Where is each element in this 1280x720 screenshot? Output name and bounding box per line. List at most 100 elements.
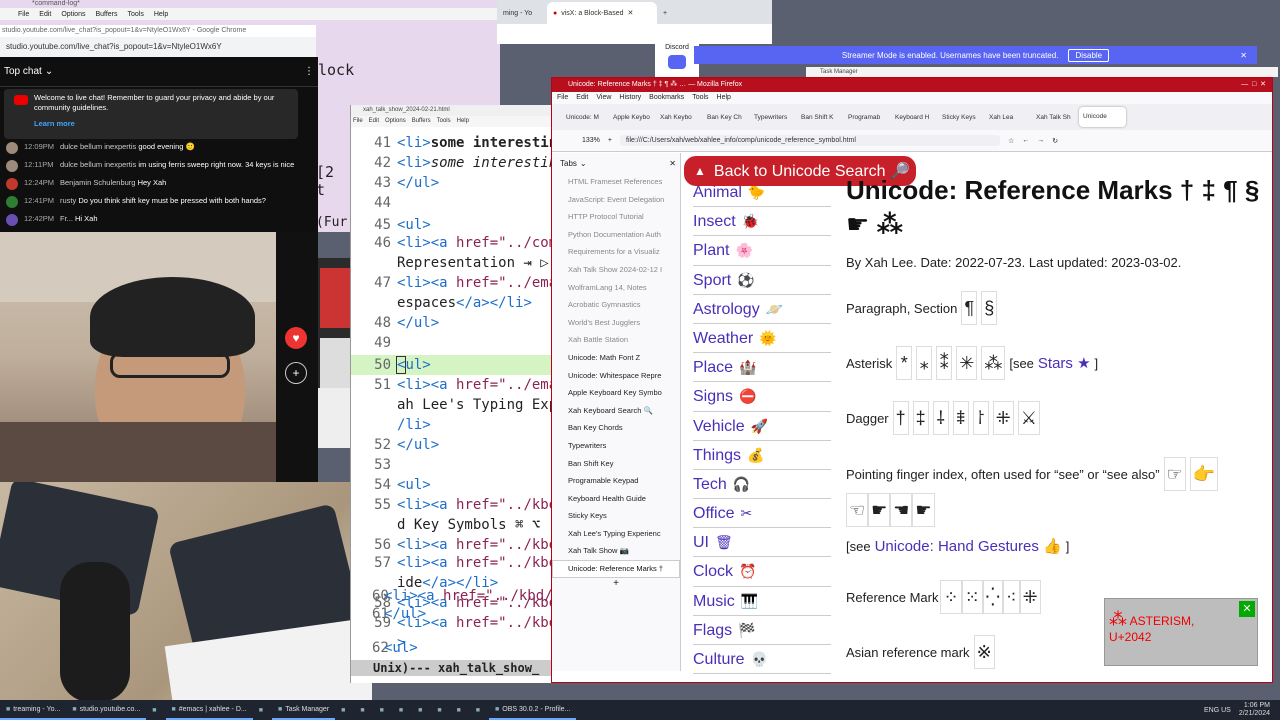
sidebar-tab[interactable]: Ban Shift Key (552, 455, 680, 473)
menu-edit[interactable]: Edit (369, 116, 379, 127)
menu-options[interactable]: Options (385, 116, 406, 127)
menu-file[interactable]: File (353, 116, 363, 127)
glyph-cell[interactable]: ⁖ (1003, 580, 1020, 614)
category-link[interactable]: Flags 🏁 (693, 616, 831, 645)
add-reaction-icon[interactable]: + (285, 362, 307, 384)
taskbar-item[interactable]: ■ OBS 30.0.2 - Profile... (489, 700, 577, 720)
stars-link[interactable]: Stars ★ (1038, 354, 1091, 372)
glyph-cell[interactable]: ⁙ (961, 580, 983, 614)
sidebar-tab[interactable]: Requirements for a Visualiz (552, 243, 680, 261)
glyph-cell[interactable]: † (892, 401, 909, 435)
glyph-cell[interactable]: § (981, 291, 998, 325)
menu-bookmarks[interactable]: Bookmarks (649, 92, 684, 104)
avatar[interactable] (6, 178, 18, 190)
category-link[interactable]: Office ✂ (693, 499, 831, 529)
chevron-down-icon[interactable]: ⌄ (580, 159, 587, 168)
menu-file[interactable]: File (18, 11, 29, 18)
glyph-cell[interactable]: ¶ (961, 291, 978, 325)
sidebar-tab[interactable]: Ban Key Chords (552, 419, 680, 437)
sidebar-tab[interactable]: Keyboard Health Guide (552, 490, 680, 508)
glyph-cell[interactable]: ☚ (890, 493, 913, 527)
glyph-cell[interactable]: ⁜ (992, 401, 1014, 435)
taskbar-item[interactable]: ■ (451, 700, 470, 720)
glyph-cell[interactable]: ‡ (912, 401, 929, 435)
glyph-cell[interactable]: ☛ (868, 493, 891, 527)
star-icon[interactable]: ☆ (1008, 137, 1014, 145)
chrome-tab[interactable]: ming - Yo (497, 2, 545, 24)
hand-gestures-link[interactable]: Unicode: Hand Gestures 👍 (875, 537, 1062, 555)
category-link[interactable]: UI 🗑 (693, 528, 831, 558)
avatar[interactable] (6, 196, 18, 208)
glyph-cell[interactable]: ⁎ (916, 346, 933, 380)
sidebar-tab[interactable]: Typewriters (552, 437, 680, 455)
taskbar-item[interactable]: ■ Task Manager (271, 700, 336, 720)
url-bar[interactable]: file:///C:/Users/xah/web/xahlee_info/com… (620, 135, 1000, 146)
discord-icon[interactable] (668, 55, 686, 69)
glyph-cell[interactable]: ⁘ (940, 580, 962, 614)
disable-button[interactable]: Disable (1068, 48, 1110, 62)
browser-tab[interactable]: Ban Key Ch (703, 114, 750, 121)
close-icon[interactable]: ✕ (1240, 51, 1247, 60)
glyph-cell[interactable]: * (896, 346, 913, 380)
learn-more-link[interactable]: Learn more (34, 119, 292, 129)
menu-tools[interactable]: Tools (437, 116, 451, 127)
tabs-sidebar-title[interactable]: Tabs (560, 159, 577, 168)
browser-tab[interactable]: Unicode: M (562, 114, 609, 121)
taskbar-item[interactable]: ■ (253, 700, 272, 720)
menu-options[interactable]: Options (61, 11, 85, 18)
back-icon[interactable]: ← (1022, 137, 1029, 144)
glyph-cell[interactable]: ✳ (956, 346, 978, 380)
glyph-cell[interactable]: ※ (973, 635, 995, 669)
sidebar-tab[interactable]: HTTP Protocol Tutorial (552, 208, 680, 226)
category-link[interactable]: Place 🏰 (693, 353, 831, 383)
category-link[interactable]: Astrology 🪐 (693, 295, 831, 324)
forward-icon[interactable]: → (1037, 137, 1044, 144)
menu-buffers[interactable]: Buffers (95, 11, 117, 18)
reload-icon[interactable]: ↻ (1052, 137, 1058, 145)
menu-help[interactable]: Help (154, 11, 168, 18)
new-tab-button[interactable]: + (552, 578, 680, 589)
language-indicator[interactable]: ENG US (1204, 707, 1231, 714)
taskbar-item[interactable]: ■ #emacs | xahlee - D... (165, 700, 253, 720)
glyph-cell[interactable]: ☞ (1163, 457, 1186, 491)
taskbar-item[interactable]: ■ (354, 700, 373, 720)
glyph-cell[interactable]: ⁜ (1019, 580, 1041, 614)
sidebar-tab[interactable]: Programable Keypad (552, 472, 680, 490)
browser-tab[interactable]: Xah Talk Sh (1032, 114, 1079, 121)
avatar[interactable] (6, 160, 18, 172)
menu-history[interactable]: History (619, 92, 641, 104)
more-icon[interactable]: ⋮ (304, 66, 314, 77)
category-link[interactable]: Clock ⏰ (693, 557, 831, 587)
browser-tab[interactable]: Xah Lea (985, 114, 1032, 121)
sidebar-tab[interactable]: Unicode: Reference Marks † (552, 560, 680, 578)
close-icon[interactable]: ✕ (669, 159, 676, 168)
browser-tab[interactable]: Xah Keybo (656, 114, 703, 121)
menu-edit[interactable]: Edit (576, 92, 588, 104)
sidebar-tab[interactable]: Xah Talk Show 📷 (552, 542, 680, 560)
heart-icon[interactable]: ♥ (285, 327, 307, 349)
taskbar-item[interactable]: ■ (335, 700, 354, 720)
category-link[interactable]: Tech 🎧 (693, 470, 831, 500)
author-name[interactable]: dulce bellum inexpertis (60, 142, 136, 151)
taskbar-item[interactable]: ■ studio.youtube.co... (66, 700, 147, 720)
glyph-cell[interactable]: ⹋ (952, 401, 969, 435)
browser-tab[interactable]: Ban Shift K (797, 114, 844, 121)
category-link[interactable]: Things 💰 (693, 441, 831, 470)
window-controls[interactable]: — □ ✕ (1241, 78, 1266, 92)
category-link[interactable]: Music 🎹 (693, 587, 831, 616)
zoom-level[interactable]: 133% (582, 137, 600, 144)
taskbar-item[interactable]: ■ (470, 700, 489, 720)
glyph-cell[interactable]: ☜ (846, 493, 869, 527)
sidebar-tab[interactable]: Unicode: Whitespace Repre (552, 367, 680, 385)
category-link[interactable]: Signs ⛔ (693, 382, 831, 412)
sidebar-tab[interactable]: World's Best Jugglers (552, 314, 680, 332)
sidebar-tab[interactable]: Unicode: Math Font Z (552, 349, 680, 367)
category-link[interactable]: Culture 💀 (693, 645, 831, 675)
glyph-cell[interactable]: ⚔ (1017, 401, 1040, 435)
avatar[interactable] (6, 142, 18, 154)
sidebar-tab[interactable]: Acrobatic Gymnastics (552, 296, 680, 314)
taskbar-item[interactable]: ■ (146, 700, 165, 720)
glyph-cell[interactable]: ⁂ (981, 346, 1006, 380)
close-icon[interactable]: ✕ (627, 9, 633, 17)
new-tab-button[interactable]: + (657, 2, 674, 24)
